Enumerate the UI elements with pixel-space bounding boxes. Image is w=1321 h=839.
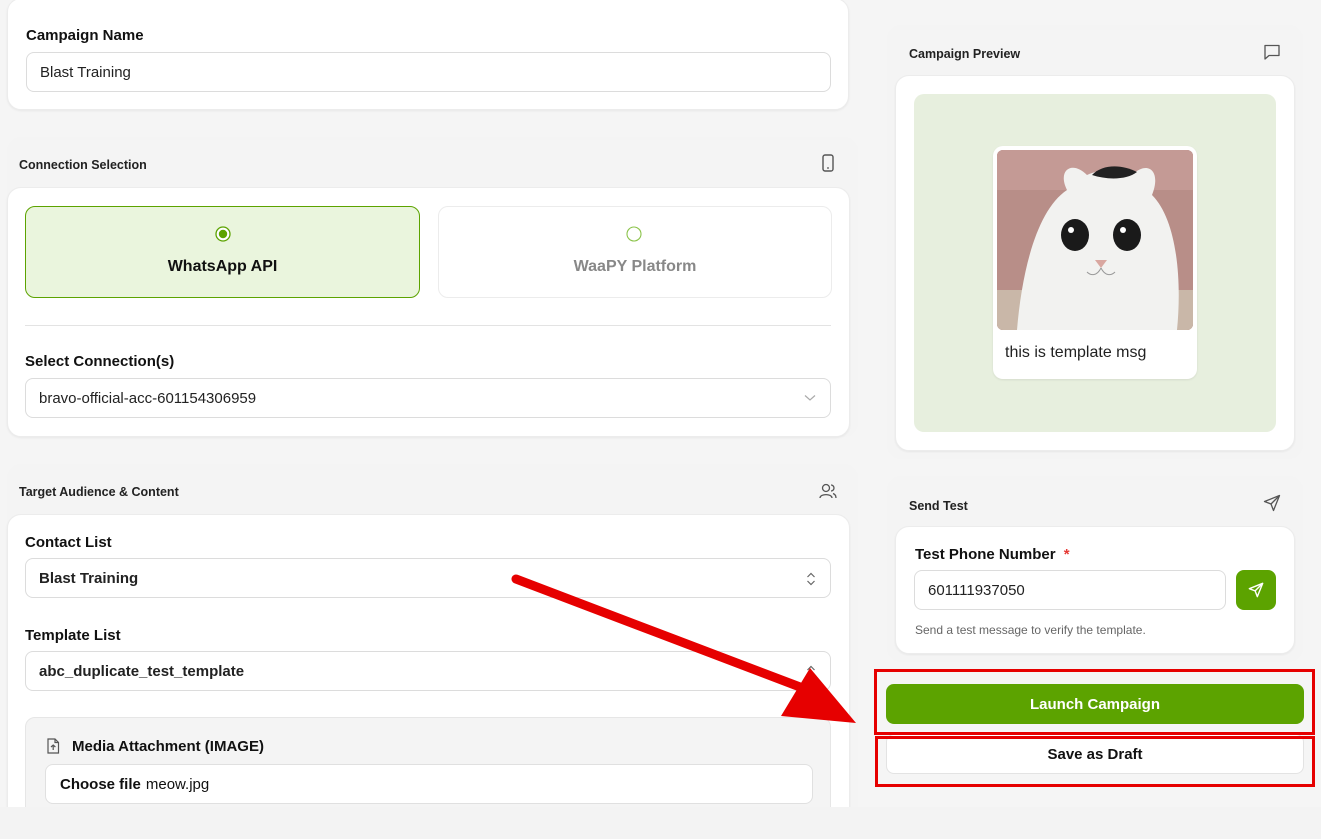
annotation-arrow [511,574,856,723]
page-bottom-strip [0,807,1321,839]
